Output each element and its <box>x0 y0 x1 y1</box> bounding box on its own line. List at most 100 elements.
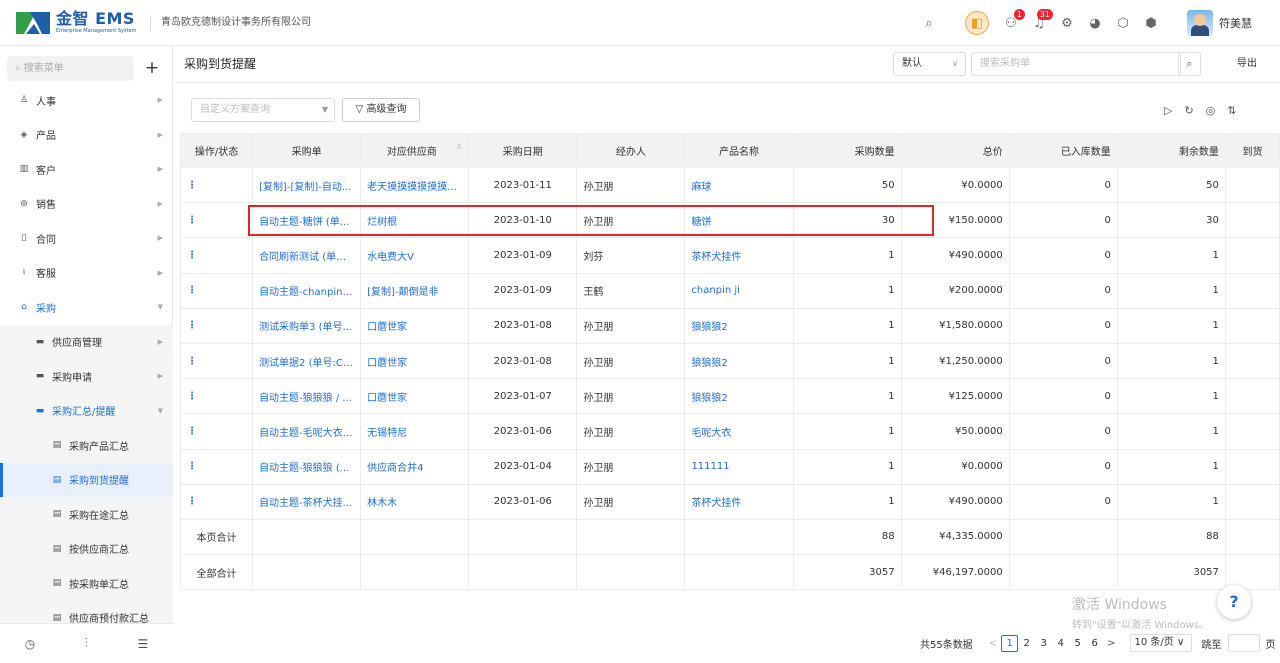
sidebar-item-service[interactable]: ♮ 客服 ▶ <box>0 256 173 291</box>
table-row[interactable]: ⋮ [复制]-[复制]-自动... 老天摸摸摸摸摸摸... 2023-01-11 孙卫朋… <box>179 166 1280 204</box>
supplier-link[interactable]: 无锡特尼 <box>360 413 470 450</box>
order-link[interactable]: 自动主题-茶杯犬挂... <box>252 483 362 520</box>
page-number[interactable]: 3 <box>1035 638 1052 649</box>
help-button[interactable]: ? <box>1217 585 1251 619</box>
user-menu[interactable]: 符美慧 <box>1187 10 1252 36</box>
sidebar-item-product[interactable]: ◈ 产品 ▶ <box>0 118 173 153</box>
order-link[interactable]: [复制]-[复制]-自动... <box>252 166 362 204</box>
product-link[interactable]: 茶杯犬挂件 <box>684 483 794 520</box>
sidebar-item-prepayment[interactable]: ▤ 供应商预付款汇总 <box>0 600 173 623</box>
custom-query-select[interactable]: 自定义方案查询 ▼ <box>191 98 335 122</box>
gear-icon[interactable]: ⚙ <box>1053 9 1081 37</box>
order-link[interactable]: 测试单据2 (单号:CG... <box>252 342 362 380</box>
next-page-button[interactable]: > <box>1107 638 1115 649</box>
sidebar-item-supplier-mgmt[interactable]: ▬ 供应商管理 ▶ <box>0 324 173 359</box>
shield-icon[interactable]: ⬡ <box>1109 9 1137 37</box>
order-link[interactable]: 自动主题-毛呢大衣 ... <box>252 413 362 450</box>
table-row[interactable]: ⋮ 测试单据2 (单号:CG... 口蘑世家 2023-01-08 孙卫朋 狼狼狼2 1 ¥1… <box>179 342 1280 380</box>
column-header[interactable]: 剩余数量 <box>1116 133 1226 168</box>
product-link[interactable]: 狼狼狼2 <box>684 342 794 380</box>
page-size-select[interactable]: 10 条/页 ∨ <box>1129 634 1192 652</box>
supplier-link[interactable]: 口蘑世家 <box>360 307 470 344</box>
prev-page-button[interactable]: < <box>989 638 997 649</box>
column-header[interactable]: 总价 <box>900 133 1010 168</box>
refresh-icon[interactable]: ↻ <box>1184 104 1193 117</box>
row-actions-menu-icon[interactable]: ⋮ <box>179 448 254 485</box>
sidebar-item-arrival-reminder[interactable]: ▤ 采购到货提醒 <box>0 462 173 497</box>
sidebar-item-purchase[interactable]: ⌂ 采购 ▼ <box>0 290 173 325</box>
page-number[interactable]: 1 <box>1001 634 1019 652</box>
table-row[interactable]: ⋮ 自动主题-chanpin ji... [复制]-颠倒是非 2023-01-09 王鹤… <box>179 272 1280 309</box>
view-select[interactable]: 默认 ∨ <box>893 52 966 76</box>
sort-icon[interactable]: ⇕ <box>456 143 462 151</box>
column-header[interactable]: 采购单 <box>252 133 362 168</box>
pie-chart-icon[interactable]: ◕ <box>1081 9 1109 37</box>
supplier-link[interactable]: 口蘑世家 <box>360 378 470 415</box>
table-row[interactable]: ⋮ 自动主题-狼狼狼 / ... 口蘑世家 2023-01-07 孙卫朋 狼狼狼2 1 ¥12… <box>179 378 1280 415</box>
cube-icon[interactable]: ⬢ <box>1137 9 1165 37</box>
promo-icon[interactable]: ◧ <box>965 11 989 35</box>
table-row[interactable]: ⋮ 测试采购单3 (单号:... 口蘑世家 2023-01-08 孙卫朋 狼狼狼2 1 ¥1,… <box>179 307 1280 344</box>
row-actions-menu-icon[interactable]: ⋮ <box>179 166 254 204</box>
supplier-link[interactable]: 水电费大V <box>360 237 470 274</box>
row-actions-menu-icon[interactable]: ⋮ <box>179 413 254 450</box>
people-icon[interactable]: ⚇ 1 <box>997 9 1025 37</box>
row-actions-menu-icon[interactable]: ⋮ <box>179 272 254 309</box>
row-actions-menu-icon[interactable]: ⋮ <box>179 237 254 274</box>
column-header[interactable]: 对应供应商 ⇕ <box>360 133 470 168</box>
row-actions-menu-icon[interactable]: ⋮ <box>179 342 254 380</box>
column-header[interactable]: 采购日期 <box>468 133 578 168</box>
row-actions-menu-icon[interactable]: ⋮ <box>179 483 254 520</box>
collapse-menu-icon[interactable]: ☰ <box>137 637 148 651</box>
menu-search-input[interactable]: ⌕ 搜索菜单 <box>7 56 134 81</box>
product-link[interactable]: 111111 <box>684 448 794 485</box>
table-row[interactable]: ⋮ 自动主题-茶杯犬挂... 林木木 2023-01-06 孙卫朋 茶杯犬挂件 1 ¥490.… <box>179 483 1280 520</box>
product-link[interactable]: 茶杯犬挂件 <box>684 237 794 274</box>
sidebar-item-by-supplier[interactable]: ▤ 按供应商汇总 <box>0 531 173 566</box>
sidebar-item-sales[interactable]: ⊚ 销售 ▶ <box>0 187 173 222</box>
order-link[interactable]: 自动主题-狼狼狼 / ... <box>252 378 362 415</box>
supplier-link[interactable]: 口蘑世家 <box>360 342 470 380</box>
export-button[interactable]: 导出 <box>1237 46 1257 82</box>
supplier-link[interactable]: 林木木 <box>360 483 470 520</box>
order-link[interactable]: 测试采购单3 (单号:... <box>252 307 362 344</box>
add-menu-button[interactable]: + <box>143 58 161 78</box>
sidebar-item-customer[interactable]: ▥ 客户 ▶ <box>0 152 173 187</box>
supplier-link[interactable]: 供应商合并4 <box>360 448 470 485</box>
product-link[interactable]: 狼狼狼2 <box>684 307 794 344</box>
page-number[interactable]: 6 <box>1086 638 1103 649</box>
page-number[interactable]: 2 <box>1018 638 1035 649</box>
column-header[interactable]: 产品名称 <box>684 133 794 168</box>
play-icon[interactable]: ▷ <box>1164 104 1172 117</box>
target-icon[interactable]: ◎ <box>1206 104 1216 117</box>
table-row[interactable]: ⋮ 自动主题-毛呢大衣 ... 无锡特尼 2023-01-06 孙卫朋 毛呢大衣 1 ¥50.… <box>179 413 1280 450</box>
column-header[interactable]: 操作/状态 <box>179 133 254 168</box>
sort-icon[interactable]: ⇅ <box>1227 104 1236 117</box>
product-link[interactable]: 麻球 <box>684 166 794 204</box>
column-header[interactable]: 经办人 <box>576 133 686 168</box>
row-actions-menu-icon[interactable]: ⋮ <box>179 307 254 344</box>
logo[interactable]: 金智 EMS Enterprise Management System <box>0 0 150 46</box>
table-row[interactable]: ⋮ 合同刷新测试 (单号... 水电费大V 2023-01-09 刘芬 茶杯犬挂件 1 ¥49… <box>179 237 1280 274</box>
sidebar-item-purchase-request[interactable]: ▬ 采购申请 ▶ <box>0 359 173 394</box>
order-link[interactable]: 自动主题-chanpin ji... <box>252 272 362 309</box>
search-icon[interactable]: ⌕ <box>915 9 943 37</box>
order-search-input[interactable]: 搜索采购单 <box>971 52 1181 76</box>
column-header[interactable]: 已入库数量 <box>1008 133 1118 168</box>
column-header[interactable]: 到货 <box>1224 133 1280 168</box>
order-link[interactable]: 合同刷新测试 (单号... <box>252 237 362 274</box>
product-link[interactable]: 狼狼狼2 <box>684 378 794 415</box>
bell-icon[interactable]: ♫ 31 <box>1025 9 1053 37</box>
supplier-link[interactable]: 老天摸摸摸摸摸摸... <box>360 166 470 204</box>
sidebar-item-in-transit[interactable]: ▤ 采购在途汇总 <box>0 497 173 532</box>
page-number[interactable]: 4 <box>1052 638 1069 649</box>
row-actions-menu-icon[interactable]: ⋮ <box>179 378 254 415</box>
sidebar-item-contract[interactable]: ▯ 合同 ▶ <box>0 221 173 256</box>
sidebar-item-hr[interactable]: ♙ 人事 ▶ <box>0 83 173 118</box>
product-link[interactable]: 毛呢大衣 <box>684 413 794 450</box>
search-button[interactable]: ⌕ <box>1178 52 1201 76</box>
sidebar-item-purchase-summary[interactable]: ▬ 采购汇总/提醒 ▼ <box>0 393 173 428</box>
advanced-query-button[interactable]: ▽ 高级查询 <box>342 98 420 122</box>
order-link[interactable]: 自动主题-狼狼狼 (... <box>252 448 362 485</box>
sidebar-item-by-order[interactable]: ▤ 按采购单汇总 <box>0 566 173 601</box>
